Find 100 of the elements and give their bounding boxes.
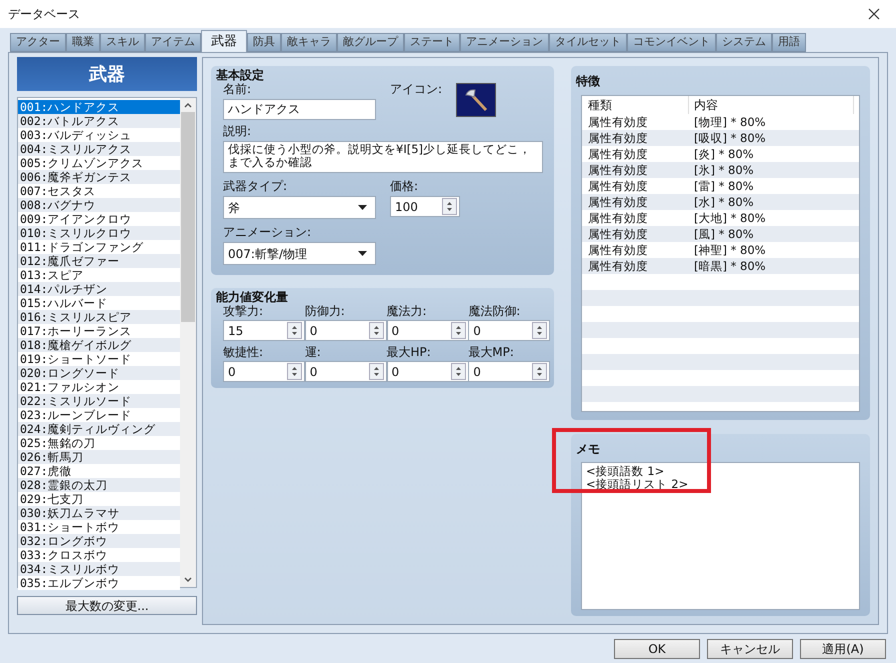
table-cell-text: 属性有効度 [587, 146, 649, 162]
table-cell-text: 属性有効度 [587, 226, 649, 242]
number-field[interactable]: 15 [223, 320, 305, 342]
dialog-button[interactable]: 適用(A) [800, 638, 886, 659]
list-item[interactable]: 006:魔斧ギガンテス [18, 170, 180, 184]
spinner-arrows-icon[interactable] [287, 363, 302, 380]
tab[interactable]: アイテム [145, 33, 201, 52]
caret-icon [358, 251, 367, 256]
list-item[interactable]: 014:パルチザン [18, 282, 180, 296]
tab[interactable]: 武器 [201, 30, 247, 52]
group-title: 基本設定 [216, 68, 265, 82]
number-field[interactable]: 0 [304, 320, 387, 342]
change-maximum-button[interactable]: 最大数の変更... [17, 596, 197, 616]
tab[interactable]: タイルセット [549, 33, 627, 52]
list-item[interactable]: 012:魔爪ゼファー [18, 254, 180, 268]
window-title: データベース [8, 6, 80, 24]
spinner-arrows-icon[interactable] [368, 363, 384, 380]
table-cell-text: [炎] * 80% [693, 146, 754, 162]
dropdown[interactable]: 007:斬撃/物理 [223, 242, 376, 266]
group-title: メモ [576, 442, 600, 456]
number-field[interactable]: 0 [468, 361, 550, 382]
table-cell-text: [水] * 80% [693, 194, 754, 210]
field-label: 攻撃力: [223, 304, 264, 320]
tab[interactable]: システム [716, 33, 772, 52]
tab[interactable]: コモンイベント [627, 33, 716, 52]
list-item[interactable]: 034:ミスリルボウ [18, 562, 180, 576]
list-item[interactable]: 008:バグナウ [18, 198, 180, 212]
table-cell-text: 属性有効度 [587, 162, 649, 178]
spinner-arrows-icon[interactable] [368, 322, 384, 340]
list-item[interactable]: 030:妖刀ムラマサ [18, 506, 180, 520]
table-cell-text: [物理] * 80% [693, 114, 766, 130]
spinner-arrows-icon[interactable] [450, 322, 466, 340]
tab[interactable]: スキル [100, 33, 145, 52]
field-label: アイコン: [390, 82, 442, 98]
column-header: 種類 [582, 96, 689, 114]
list-item[interactable]: 016:ミスリルスピア [18, 310, 180, 324]
number-field[interactable]: 0 [386, 361, 468, 382]
tab[interactable]: 職業 [66, 33, 100, 52]
table-cell-text: 属性有効度 [587, 130, 649, 146]
tab[interactable]: 敵キャラ [281, 33, 337, 52]
field-label: 魔法防御: [468, 304, 522, 320]
tab[interactable]: 用語 [772, 33, 806, 52]
table-cell-text: [大地] * 80% [693, 210, 766, 226]
dialog-button[interactable]: OK [614, 638, 700, 659]
tab[interactable]: 敵グループ [337, 33, 404, 52]
list-item[interactable]: 020:ロングソード [18, 366, 180, 380]
number-field[interactable]: 100 [390, 196, 460, 218]
list-item[interactable]: 002:バトルアクス [18, 114, 180, 128]
name-field[interactable]: ハンドアクス [223, 99, 376, 120]
table-cell-text: [暗黒] * 80% [693, 258, 766, 274]
dialog-button[interactable]: キャンセル [707, 638, 793, 659]
table-cell-text: 属性有効度 [587, 178, 649, 194]
spinner-arrows-icon[interactable] [442, 198, 457, 216]
field-label: 価格: [390, 179, 420, 194]
list-item[interactable]: 004:ミスリルアクス [18, 142, 180, 156]
caret-icon [358, 205, 367, 210]
table-cell-text: 属性有効度 [587, 242, 649, 258]
spinner-arrows-icon[interactable] [450, 363, 466, 380]
field-label: 魔法力: [386, 304, 428, 320]
number-field[interactable]: 0 [468, 320, 550, 342]
column-header: 内容 [689, 96, 854, 114]
field-label: アニメーション: [223, 225, 312, 240]
number-field[interactable]: 0 [223, 361, 305, 382]
list-item[interactable]: 032:ロングボウ [18, 534, 180, 548]
scrollbar[interactable] [180, 98, 196, 588]
dropdown[interactable]: 斧 [223, 196, 376, 220]
spinner-arrows-icon[interactable] [532, 322, 548, 340]
field-label: 最大HP: [386, 345, 432, 360]
field-label: 敏捷性: [223, 345, 264, 360]
tab[interactable]: ステート [404, 33, 460, 52]
tab[interactable]: アニメーション [460, 33, 549, 52]
table-cell-text: [雷] * 80% [693, 178, 754, 194]
field-label: 運: [304, 345, 322, 360]
list-item[interactable]: 022:ミスリルソード [18, 394, 180, 408]
spinner-arrows-icon[interactable] [287, 322, 302, 340]
list-item[interactable]: 024:魔剣ティルヴィング [18, 422, 180, 436]
list-item[interactable]: 018:魔槍ゲイボルグ [18, 338, 180, 352]
tab[interactable]: 防具 [247, 33, 281, 52]
description-field[interactable]: 伐採に使う小型の斧。説明文を¥I[5]少し延長してどこ，まで入るか確認 [223, 141, 543, 174]
number-field[interactable]: 0 [386, 320, 468, 342]
list-item[interactable]: 026:斬馬刀 [18, 450, 180, 464]
tab[interactable]: アクター [10, 33, 66, 52]
field-label: 説明: [223, 124, 252, 140]
table-cell-text: 属性有効度 [587, 114, 649, 130]
memo-field[interactable]: <接頭語数 1> <接頭語リスト 2> [581, 462, 860, 610]
list-item[interactable]: 010:ミスリルクロウ [18, 226, 180, 240]
table-cell-text: 属性有効度 [587, 194, 649, 210]
features-table[interactable]: 種類 内容 属性有効度 [物理] * 80% 属性有効度 [吸収] * 80% 属性有効度 [炎] * 80% 属性有効度 [氷] * 80% 属性有効度 [雷] * 80% 属性有効度 [水] * 80% 属性有効度 [大地] * 80% 属性有効度 [風] * 80% 属性有効度 [神聖] * 80% 属性有効度 [暗黒] * 80% [581, 95, 860, 412]
list-item[interactable]: 028:霊銀の太刀 [18, 478, 180, 492]
table-cell-text: [氷] * 80% [693, 162, 754, 178]
close-icon[interactable] [868, 8, 880, 20]
spinner-arrows-icon[interactable] [532, 363, 548, 380]
list-item[interactable]: 001:ハンドアクス [18, 100, 180, 114]
group-title: 能力値変化量 [216, 290, 289, 304]
field-label: 最大MP: [468, 345, 515, 360]
section-header: 武器 [17, 57, 197, 92]
number-field[interactable]: 0 [304, 361, 387, 382]
list-item[interactable]: 035:エルブンボウ [18, 576, 180, 590]
table-cell-text: [吸収] * 80% [693, 130, 766, 146]
axe-icon[interactable] [456, 83, 496, 118]
